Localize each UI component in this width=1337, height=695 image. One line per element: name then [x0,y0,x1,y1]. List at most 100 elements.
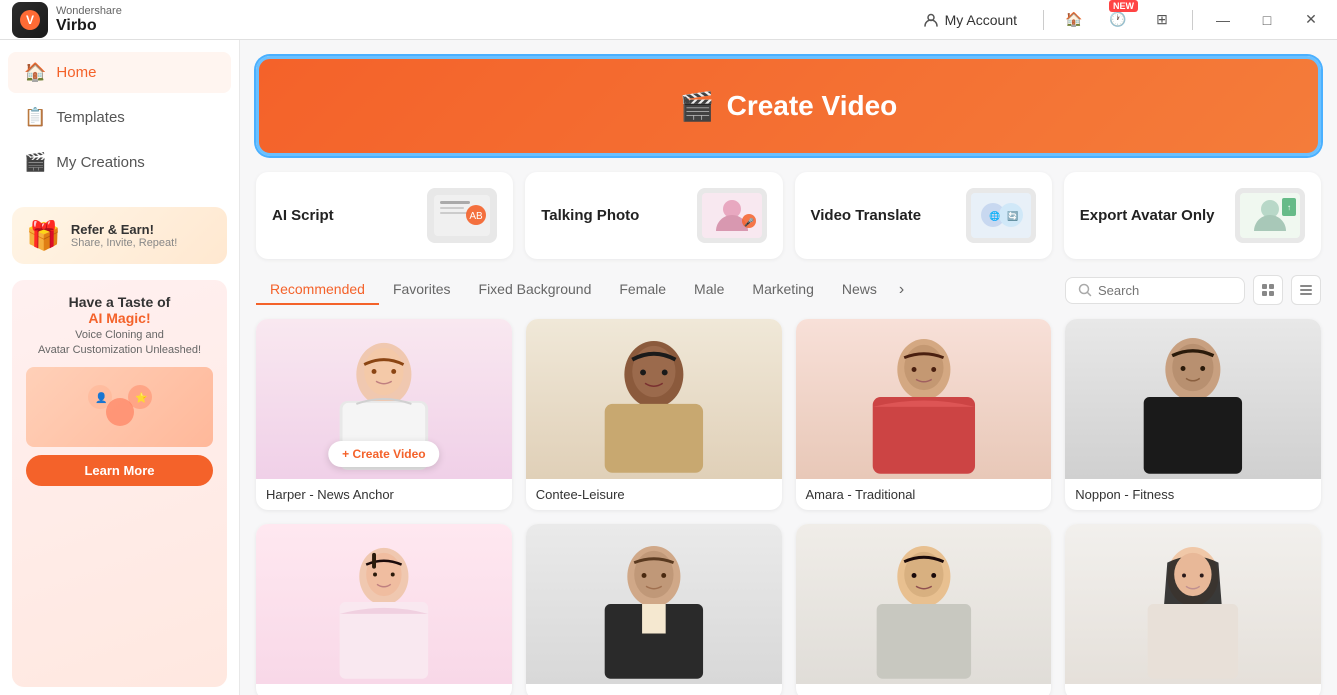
noppon-name: Noppon - Fitness [1065,479,1321,510]
create-video-overlay-harper[interactable]: + Create Video [328,441,439,467]
my-account-button[interactable]: My Account [913,8,1027,32]
logo-icon: V [12,2,48,38]
avatar-card-contee[interactable]: Contee-Leisure [526,319,782,510]
refer-subtitle: Share, Invite, Repeat! [71,237,177,249]
divider [1043,10,1044,30]
amara-name: Amara - Traditional [796,479,1052,510]
feature-card-talking-photo[interactable]: Talking Photo 🎤 [525,172,782,259]
svg-text:🎤: 🎤 [744,217,754,227]
sidebar-item-my-creations[interactable]: 🎬 My Creations [8,142,231,183]
logo-name: Virbo [56,17,122,35]
avatar7-name [796,684,1052,695]
avatar-card-8[interactable] [1065,524,1321,695]
home-nav-button[interactable]: 🏠 [1060,6,1088,34]
avatar5-img [256,524,512,684]
category-tabs: Recommended Favorites Fixed Background F… [256,275,1321,305]
video-translate-label: Video Translate [811,207,922,224]
export-avatar-label: Export Avatar Only [1080,207,1215,224]
home-icon: 🏠 [24,62,46,83]
harper-name: Harper - News Anchor [256,479,512,510]
avatar-card-7[interactable] [796,524,1052,695]
avatar-card-amara[interactable]: Amara - Traditional [796,319,1052,510]
grid-view-button[interactable] [1253,275,1283,305]
minimize-button[interactable]: — [1209,6,1237,34]
creations-icon: 🎬 [24,152,46,173]
ai-promo-title: Have a Taste of AI Magic! [69,294,171,326]
templates-icon: 📋 [24,107,46,128]
avatar6-img [526,524,782,684]
contee-figure [526,319,782,479]
avatar7-img [796,524,1052,684]
ai-promo-highlight: AI Magic! [88,310,150,326]
avatar6-name [526,684,782,695]
tab-recommended[interactable]: Recommended [256,275,379,305]
avatar-card-noppon[interactable]: Noppon - Fitness [1065,319,1321,510]
avatar-grid: + Create Video Harper - News Anchor [256,319,1321,695]
avatar-card-harper[interactable]: + Create Video Harper - News Anchor [256,319,512,510]
my-account-label: My Account [945,12,1017,28]
feature-card-ai-script[interactable]: AI Script AB [256,172,513,259]
harper-img: + Create Video [256,319,512,479]
ai-promo-visual: 👤 ⭐ [26,367,213,447]
avatar5-name [256,684,512,695]
ai-promo-subtitle: Voice Cloning andAvatar Customization Un… [38,328,201,359]
logo-text: Wondershare Virbo [56,5,122,35]
svg-text:AB: AB [470,211,484,222]
list-view-button[interactable] [1291,275,1321,305]
search-input[interactable] [1098,283,1218,298]
tabs-more-button[interactable]: › [891,275,912,305]
contee-name: Contee-Leisure [526,479,782,510]
contee-img [526,319,782,479]
title-bar: V Wondershare Virbo My Account 🏠 🕐 NEW ⊞… [0,0,1337,40]
recent-icon-wrap: 🕐 NEW [1104,6,1132,34]
svg-text:🔄: 🔄 [1007,210,1018,221]
avatar-card-5[interactable] [256,524,512,695]
sidebar-home-label: Home [56,64,96,81]
create-video-icon: 🎬 [680,90,715,123]
sidebar: 🏠 Home 📋 Templates 🎬 My Creations 🎁 Refe… [0,40,240,695]
sidebar-item-home[interactable]: 🏠 Home [8,52,231,93]
logo-brand: Wondershare [56,5,122,17]
search-icon [1078,283,1092,297]
create-video-banner[interactable]: 🎬 Create Video [256,56,1321,156]
feature-card-video-translate[interactable]: Video Translate 🌐 🔄 [795,172,1052,259]
amara-figure [796,319,1052,479]
learn-more-button[interactable]: Learn More [26,455,213,486]
refer-icon: 🎁 [26,219,61,252]
logo-section: V Wondershare Virbo [12,2,122,38]
sidebar-creations-label: My Creations [56,154,144,171]
tab-female[interactable]: Female [605,275,680,305]
svg-text:V: V [26,13,34,27]
sidebar-item-templates[interactable]: 📋 Templates [8,97,231,138]
svg-text:↑: ↑ [1287,203,1291,212]
tab-fixed-background[interactable]: Fixed Background [465,275,606,305]
refer-earn-promo[interactable]: 🎁 Refer & Earn! Share, Invite, Repeat! [12,207,227,264]
svg-text:👤: 👤 [95,391,107,404]
create-video-label: Create Video [727,90,898,122]
ai-script-img: AB [427,188,497,243]
feature-card-export-avatar[interactable]: Export Avatar Only ↑ [1064,172,1321,259]
tab-favorites[interactable]: Favorites [379,275,465,305]
avatar-card-6[interactable] [526,524,782,695]
sidebar-templates-label: Templates [56,109,124,126]
app-body: 🏠 Home 📋 Templates 🎬 My Creations 🎁 Refe… [0,40,1337,695]
ai-magic-promo: Have a Taste of AI Magic! Voice Cloning … [12,280,227,687]
amara-img [796,319,1052,479]
home-icon-wrap: 🏠 [1060,6,1088,34]
close-button[interactable]: ✕ [1297,6,1325,34]
svg-text:🌐: 🌐 [989,210,1000,221]
video-translate-img: 🌐 🔄 [966,188,1036,243]
account-icon [923,12,939,28]
maximize-button[interactable]: □ [1253,6,1281,34]
tab-male[interactable]: Male [680,275,738,305]
noppon-figure [1065,319,1321,479]
tab-marketing[interactable]: Marketing [738,275,827,305]
refer-title: Refer & Earn! [71,222,177,237]
divider2 [1192,10,1193,30]
talking-photo-label: Talking Photo [541,207,639,224]
grid-button[interactable]: ⊞ [1148,6,1176,34]
tab-news[interactable]: News [828,275,891,305]
main-content: 🎬 Create Video AI Script AB [240,40,1337,695]
talking-photo-img: 🎤 [697,188,767,243]
avatar8-img [1065,524,1321,684]
